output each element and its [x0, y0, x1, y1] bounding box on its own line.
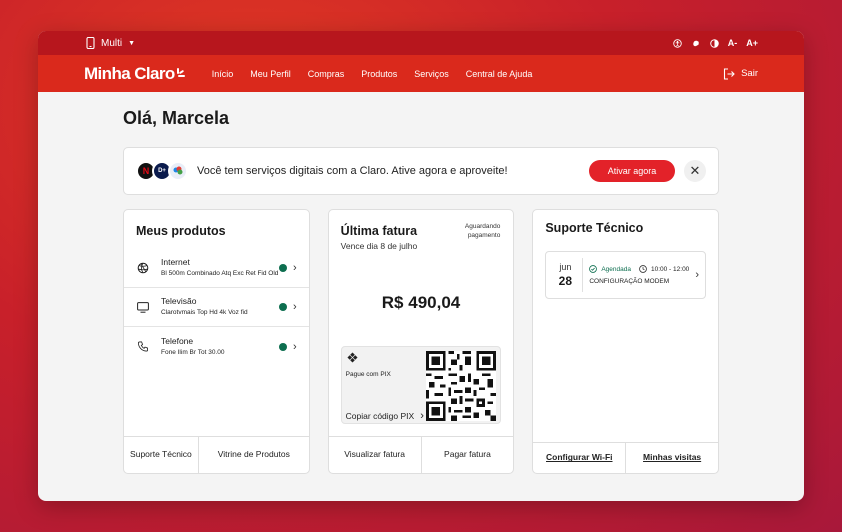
activate-now-button[interactable]: Ativar agora: [589, 160, 675, 182]
tv-icon: [137, 301, 149, 313]
nav-item-produtos[interactable]: Produtos: [361, 69, 397, 79]
visit-info: Agendada 10:00 - 12:00 CONFIGURAÇÃO MODE…: [589, 265, 695, 285]
configure-wifi-link[interactable]: Configurar Wi-Fi: [533, 443, 625, 473]
main-content: Olá, Marcela N D+ Você tem serviços digi…: [38, 108, 804, 474]
chevron-right-icon: ›: [420, 410, 424, 422]
support-title: Suporte Técnico: [545, 221, 644, 235]
pix-label: Pague com PIX: [345, 371, 391, 378]
minha-claro-logo[interactable]: Minha Claro: [84, 64, 186, 84]
product-detail: Clarotvmais Top Hd 4k Voz fid: [161, 309, 248, 317]
product-detail: Bl 500m Combinado Atq Exc Ret Fid Old: [161, 269, 279, 277]
nav-item-meu-perfil[interactable]: Meu Perfil: [250, 69, 291, 79]
pix-qr-code: [426, 351, 497, 421]
visit-service: CONFIGURAÇÃO MODEM: [589, 278, 670, 285]
account-selector[interactable]: Multi ▼: [86, 37, 135, 49]
logout-label: Sair: [741, 68, 758, 79]
products-title: Meus produtos: [136, 224, 226, 238]
pix-panel: Pague com PIX Copiar código PIX ›: [340, 346, 502, 424]
status-dot: [279, 342, 287, 351]
nav-item-inicio[interactable]: Início: [212, 69, 234, 79]
product-item-internet[interactable]: Internet Bl 500m Combinado Atq Exc Ret F…: [124, 248, 309, 288]
claro-spark-icon: [176, 67, 186, 80]
logo-text: Minha Claro: [84, 63, 175, 83]
main-navbar: Minha Claro Início Meu Perfil Compras Pr…: [38, 55, 804, 92]
digital-services-banner: N D+ Você tem serviços digitais com a Cl…: [123, 147, 719, 195]
copy-pix-label: Copiar código PIX: [345, 411, 415, 421]
top-bar: Multi ▼ A- A+: [38, 31, 804, 55]
logout-icon: [724, 67, 735, 80]
product-name: Televisão: [161, 296, 197, 307]
view-invoice-link[interactable]: Visualizar fatura: [329, 437, 421, 473]
visit-date: jun 28: [552, 262, 578, 288]
chevron-right-icon: ›: [293, 340, 297, 353]
cards-row: Meus produtos Internet Bl 500m Combinado…: [123, 209, 720, 474]
nav-item-servicos[interactable]: Serviços: [414, 69, 449, 79]
chevron-right-icon: ›: [293, 261, 297, 274]
visit-month: jun: [559, 262, 572, 272]
chevron-right-icon: ›: [695, 269, 700, 281]
product-name: Internet: [161, 256, 190, 267]
scheduled-visit-item[interactable]: jun 28 Agendada 10:00 - 12:00 CONFIGURAÇ…: [545, 251, 707, 299]
chevron-right-icon: ›: [293, 301, 297, 313]
contrast-icon[interactable]: [709, 38, 719, 48]
page-title: Olá, Marcela: [123, 108, 230, 128]
products-footer: Suporte Técnico Vitrine de Produtos: [124, 436, 309, 473]
chevron-down-icon: ▼: [128, 39, 136, 47]
visit-status: Agendada: [601, 265, 631, 273]
status-dot: [279, 303, 287, 311]
visit-day: 28: [558, 274, 573, 288]
logout-button[interactable]: Sair: [723, 67, 758, 80]
paramount-logo-icon: [168, 161, 188, 181]
support-card: Suporte Técnico jun 28 Agendada 10:00 - …: [532, 209, 720, 474]
product-item-televisao[interactable]: Televisão Clarotvmais Top Hd 4k Voz fid …: [124, 288, 309, 327]
product-detail: Fone Ilim Br Tot 30.00: [161, 348, 225, 356]
streaming-logos: N D+: [136, 161, 188, 181]
nav-item-central-de-ajuda[interactable]: Central de Ajuda: [466, 69, 533, 79]
accessibility-tools: A- A+: [673, 38, 758, 48]
product-name: Telefone: [161, 335, 194, 346]
product-showcase-link[interactable]: Vitrine de Produtos: [197, 437, 309, 473]
support-footer: Configurar Wi-Fi Minhas visitas: [533, 442, 719, 473]
product-item-telefone[interactable]: Telefone Fone Ilim Br Tot 30.00 ›: [124, 327, 309, 366]
banner-message: Você tem serviços digitais com a Claro. …: [197, 165, 508, 177]
globe-icon: [137, 262, 149, 273]
copy-pix-code-button[interactable]: Copiar código PIX ›: [346, 410, 424, 422]
sign-language-icon[interactable]: [691, 39, 701, 48]
pay-invoice-link[interactable]: Pagar fatura: [420, 437, 514, 473]
pix-icon: [347, 352, 358, 363]
products-card: Meus produtos Internet Bl 500m Combinado…: [123, 209, 310, 474]
status-dot: [279, 263, 287, 272]
nav-menu: Início Meu Perfil Compras Produtos Servi…: [212, 69, 533, 79]
technical-support-link[interactable]: Suporte Técnico: [124, 437, 198, 473]
phone-handset-icon: [138, 341, 148, 352]
divider: [582, 258, 584, 292]
my-visits-link[interactable]: Minhas visitas: [625, 443, 718, 473]
font-decrease-button[interactable]: A-: [728, 38, 738, 48]
invoice-footer: Visualizar fatura Pagar fatura: [328, 436, 514, 473]
close-icon[interactable]: ✕: [684, 160, 706, 182]
font-increase-button[interactable]: A+: [746, 38, 758, 48]
browser-window: Multi ▼ A- A+ Minha Claro Início Meu Per…: [38, 31, 804, 501]
accessibility-icon[interactable]: [673, 38, 682, 48]
nav-item-compras[interactable]: Compras: [308, 69, 345, 79]
invoice-card: Última fatura Aguardando pagamento Vence…: [327, 209, 515, 474]
invoice-status: Aguardando pagamento: [464, 223, 501, 240]
visit-time: 10:00 - 12:00: [650, 265, 690, 273]
phone-icon: [86, 37, 95, 49]
check-circle-icon: [589, 265, 598, 273]
clock-icon: [639, 265, 647, 273]
account-label: Multi: [101, 37, 123, 49]
invoice-amount: R$ 490,04: [381, 293, 461, 312]
